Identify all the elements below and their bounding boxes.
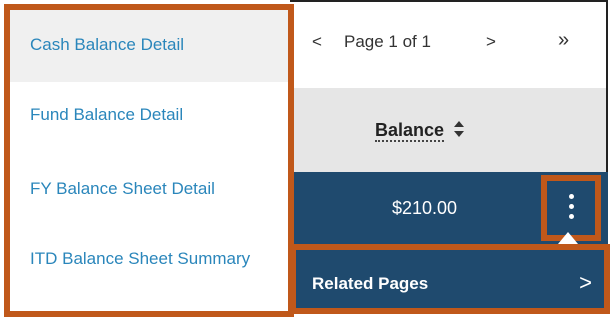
menu-item-fund-balance-detail[interactable]: Fund Balance Detail [10, 82, 288, 154]
related-pages-label: Related Pages [312, 274, 429, 293]
menu-item-fy-balance-sheet-detail[interactable]: FY Balance Sheet Detail [10, 154, 288, 226]
table-panel: < Page 1 of 1 > » Balance $210.00 Relate… [290, 0, 610, 321]
menu-item-itd-balance-sheet-summary[interactable]: ITD Balance Sheet Summary [10, 240, 288, 311]
popover-caret [558, 232, 578, 244]
page-indicator: Page 1 of 1 [344, 32, 431, 51]
menu-item-cash-balance-detail[interactable]: Cash Balance Detail [10, 10, 288, 82]
pager-bar: < Page 1 of 1 > » [290, 0, 608, 88]
balance-cell: $210.00 [392, 198, 458, 218]
balance-column-header[interactable]: Balance [375, 120, 445, 142]
sort-icon[interactable] [453, 120, 465, 138]
last-page-button[interactable]: » [558, 29, 569, 52]
related-pages-button[interactable]: Related Pages > [290, 244, 610, 314]
related-pages-menu: Cash Balance Detail Fund Balance Detail … [4, 4, 294, 317]
prev-page-button[interactable]: < [312, 32, 322, 52]
next-page-button[interactable]: > [486, 32, 496, 52]
chevron-right-icon: > [579, 270, 592, 295]
column-header-row: Balance [290, 88, 608, 172]
kebab-icon [567, 194, 575, 224]
